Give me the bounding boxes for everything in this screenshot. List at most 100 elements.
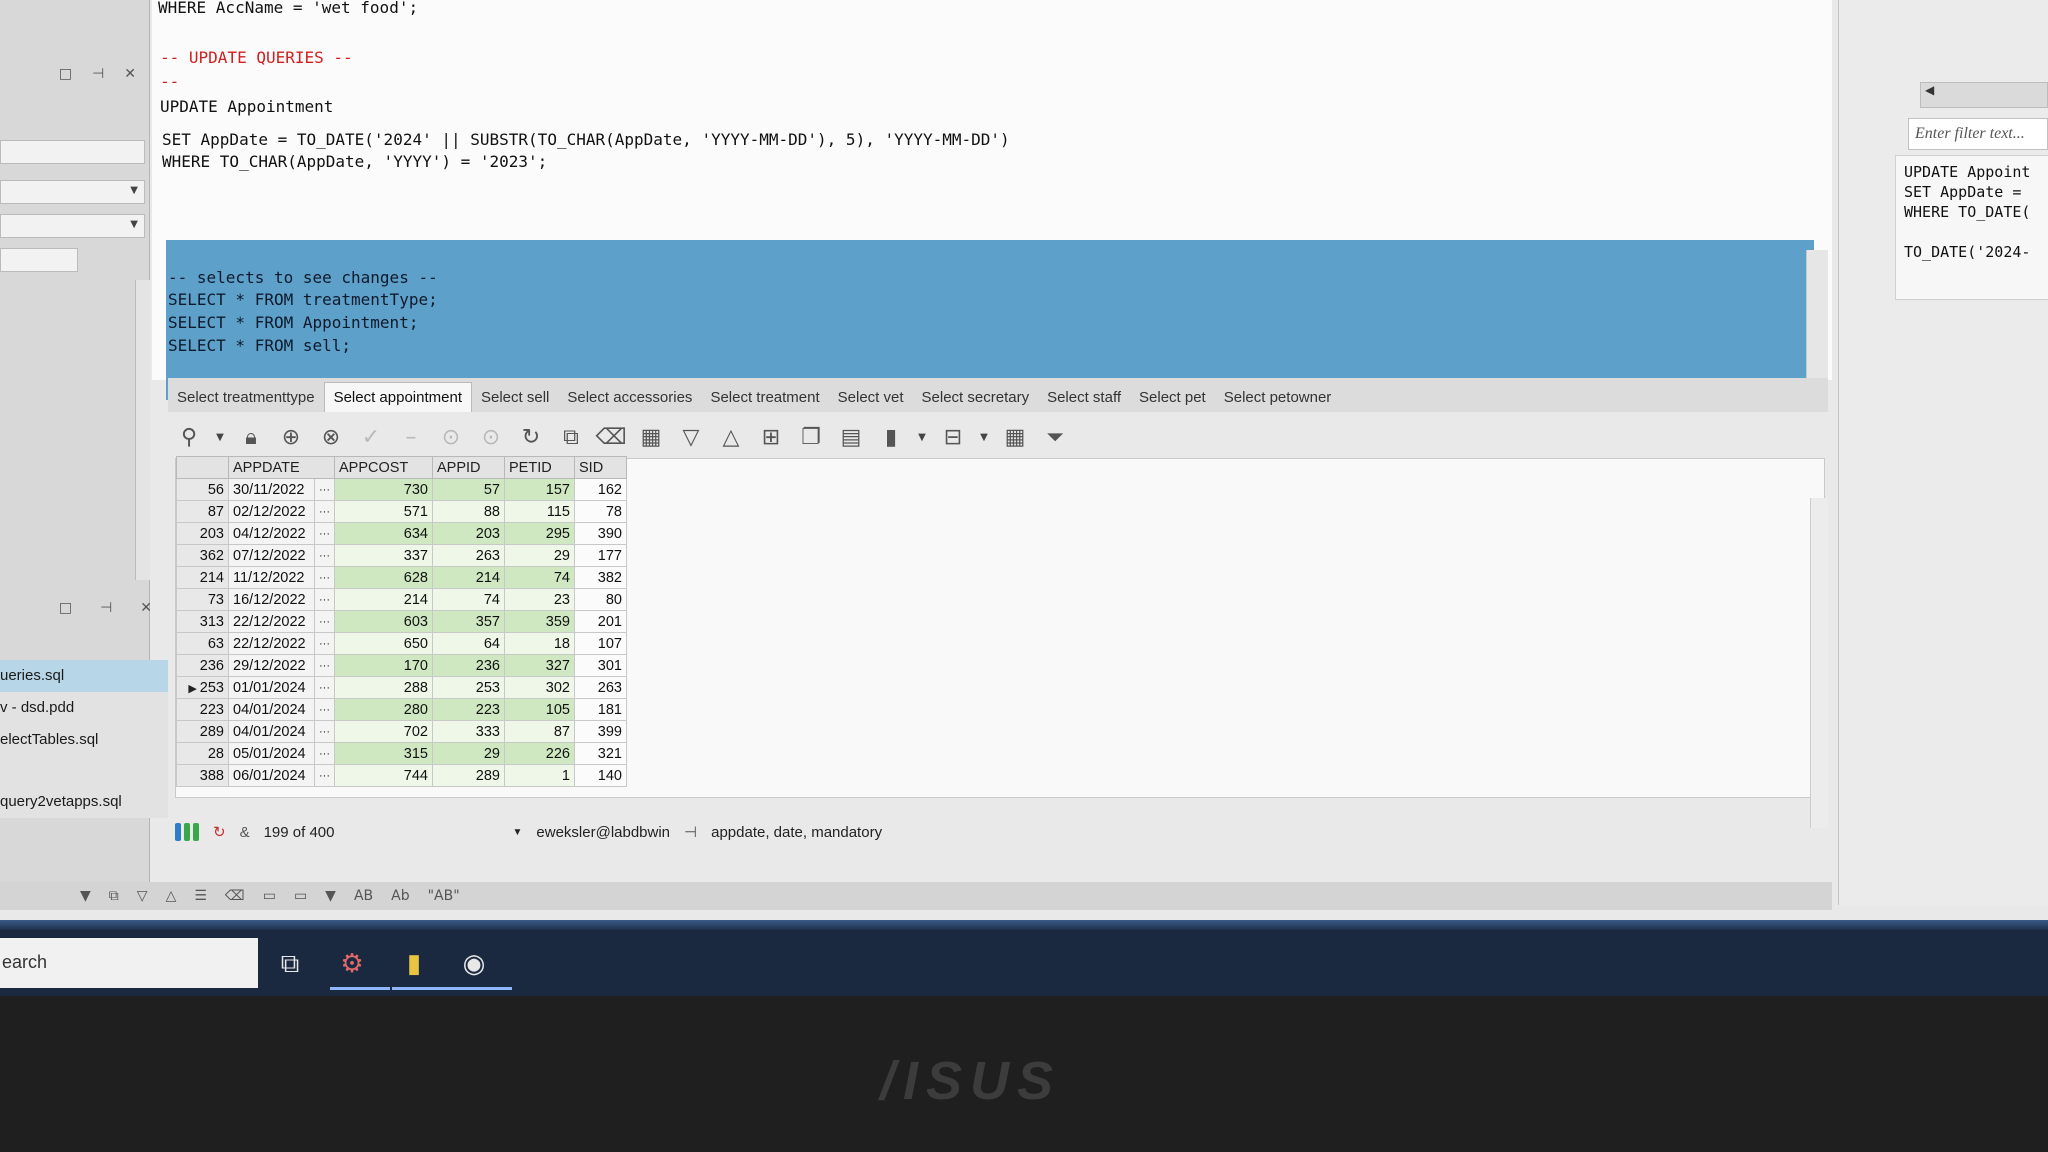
row-number[interactable]: 73 <box>176 588 229 611</box>
lock-icon[interactable]: 🔒︎ <box>237 423 265 451</box>
cell-sid[interactable]: 301 <box>574 654 627 677</box>
sort-desc-icon[interactable]: ▽ <box>677 423 705 451</box>
row-number[interactable]: 87 <box>176 500 229 523</box>
tab-select-appointment[interactable]: Select appointment <box>323 382 472 412</box>
pin-icon[interactable]: ⊣ <box>100 600 112 624</box>
eraser-icon[interactable]: ⌫ <box>595 423 626 451</box>
cell-petid[interactable]: 1 <box>504 764 575 787</box>
capitalize-button[interactable]: Ab <box>391 888 409 904</box>
copy-icon[interactable]: ❐ <box>797 423 825 451</box>
cell-appcost[interactable]: 603 <box>334 610 433 633</box>
cell-appcost[interactable]: 214 <box>334 588 433 611</box>
cell-appid[interactable]: 74 <box>432 588 505 611</box>
chevron-down-icon[interactable]: ▼ <box>325 888 336 904</box>
cell-appid[interactable]: 236 <box>432 654 505 677</box>
row-number[interactable]: 214 <box>176 566 229 589</box>
table-row[interactable]: 214 11/12/2022 ··· 628 214 74 382 <box>176 566 627 589</box>
cell-appid[interactable]: 333 <box>432 720 505 743</box>
cell-petid[interactable]: 115 <box>504 500 575 523</box>
cell-appcost[interactable]: 650 <box>334 632 433 655</box>
cell-sid[interactable]: 382 <box>574 566 627 589</box>
left-dropdown-2[interactable]: ▼ <box>0 214 145 238</box>
link-icon[interactable]: & <box>240 824 250 841</box>
cell-appid[interactable]: 214 <box>432 566 505 589</box>
file-item[interactable]: electTables.sql <box>0 724 168 756</box>
cell-petid[interactable]: 105 <box>504 698 575 721</box>
left-dropdown-1[interactable]: ▼ <box>0 180 145 204</box>
file-explorer-icon[interactable]: ▮ <box>392 942 452 990</box>
cell-appdate[interactable]: 04/12/2022 <box>228 522 315 545</box>
cell-appid[interactable]: 357 <box>432 610 505 633</box>
cell-petid[interactable]: 18 <box>504 632 575 655</box>
cell-appcost[interactable]: 634 <box>334 522 433 545</box>
cell-ellipsis-button[interactable]: ··· <box>314 654 335 677</box>
cell-appdate[interactable]: 22/12/2022 <box>228 632 315 655</box>
task-view-icon[interactable]: ⧉ <box>268 942 312 986</box>
row-number[interactable]: 203 <box>176 522 229 545</box>
cell-sid[interactable]: 140 <box>574 764 627 787</box>
tab-select-treatment[interactable]: Select treatment <box>701 389 828 412</box>
cell-appid[interactable]: 289 <box>432 764 505 787</box>
row-number[interactable]: 236 <box>176 654 229 677</box>
sort-asc-icon[interactable]: △ <box>166 888 177 904</box>
cell-sid[interactable]: 162 <box>574 478 627 501</box>
row-number[interactable]: 388 <box>176 764 229 787</box>
table-row[interactable]: 362 07/12/2022 ··· 337 263 29 177 <box>176 544 627 567</box>
row-number[interactable]: 223 <box>176 698 229 721</box>
cell-appdate[interactable]: 11/12/2022 <box>228 566 315 589</box>
cell-appcost[interactable]: 702 <box>334 720 433 743</box>
cell-appcost[interactable]: 337 <box>334 544 433 567</box>
cell-ellipsis-button[interactable]: ··· <box>314 632 335 655</box>
window-icon[interactable]: ▭ <box>263 888 276 904</box>
cell-appcost[interactable]: 170 <box>334 654 433 677</box>
row-number[interactable]: 289 <box>176 720 229 743</box>
table-row[interactable]: 388 06/01/2024 ··· 744 289 1 140 <box>176 764 627 787</box>
cell-appdate[interactable]: 16/12/2022 <box>228 588 315 611</box>
file-item[interactable]: ueries.sql <box>0 660 168 692</box>
cell-petid[interactable]: 226 <box>504 742 575 765</box>
cell-petid[interactable]: 87 <box>504 720 575 743</box>
restore-icon[interactable]: □ <box>59 600 72 624</box>
cell-appdate[interactable]: 04/01/2024 <box>228 698 315 721</box>
chrome-icon[interactable]: ◉ <box>452 942 512 990</box>
add-row-icon[interactable]: ⊕ <box>277 423 305 451</box>
filter-input[interactable]: Enter filter text... <box>1908 118 2048 150</box>
cell-appid[interactable]: 253 <box>432 676 505 699</box>
cell-appdate[interactable]: 22/12/2022 <box>228 610 315 633</box>
cell-appdate[interactable]: 01/01/2024 <box>228 676 315 699</box>
tab-select-vet[interactable]: Select vet <box>829 389 913 412</box>
table-row[interactable]: 63 22/12/2022 ··· 650 64 18 107 <box>176 632 627 655</box>
cell-sid[interactable]: 181 <box>574 698 627 721</box>
tab-select-accessories[interactable]: Select accessories <box>558 389 701 412</box>
grid-view-icon[interactable]: ▦ <box>1001 423 1029 451</box>
pin-grid-icon[interactable]: ⚲ <box>175 423 203 451</box>
table-row[interactable]: 203 04/12/2022 ··· 634 203 295 390 <box>176 522 627 545</box>
sort-asc-icon[interactable]: △ <box>717 423 745 451</box>
cell-petid[interactable]: 23 <box>504 588 575 611</box>
cell-appcost[interactable]: 315 <box>334 742 433 765</box>
grid-scrollbar[interactable] <box>1810 498 1828 828</box>
column-header-appcost[interactable]: APPCOST <box>334 456 433 479</box>
column-header-sid[interactable]: SID <box>574 456 627 479</box>
column-header-appid[interactable]: APPID <box>432 456 505 479</box>
right-panel-nav[interactable]: ◀ <box>1920 82 2048 108</box>
cell-ellipsis-button[interactable]: ··· <box>314 566 335 589</box>
table-row[interactable]: ▶ 253 01/01/2024 ··· 288 253 302 263 <box>176 676 627 699</box>
tree-icon[interactable]: ⊞ <box>757 423 785 451</box>
cell-appid[interactable]: 223 <box>432 698 505 721</box>
cell-appcost[interactable]: 280 <box>334 698 433 721</box>
post-icon[interactable]: ✓ <box>357 423 385 451</box>
cell-appdate[interactable]: 29/12/2022 <box>228 654 315 677</box>
cell-appdate[interactable]: 06/01/2024 <box>228 764 315 787</box>
cell-ellipsis-button[interactable]: ··· <box>314 720 335 743</box>
commit-icon[interactable]: ⊙ <box>437 423 465 451</box>
cell-petid[interactable]: 302 <box>504 676 575 699</box>
cell-petid[interactable]: 157 <box>504 478 575 501</box>
row-number[interactable]: 313 <box>176 610 229 633</box>
row-number[interactable]: 56 <box>176 478 229 501</box>
table-icon[interactable]: ▦ <box>637 423 665 451</box>
cell-ellipsis-button[interactable]: ··· <box>314 522 335 545</box>
left-field[interactable] <box>0 140 145 164</box>
cell-appid[interactable]: 29 <box>432 742 505 765</box>
cell-ellipsis-button[interactable]: ··· <box>314 698 335 721</box>
